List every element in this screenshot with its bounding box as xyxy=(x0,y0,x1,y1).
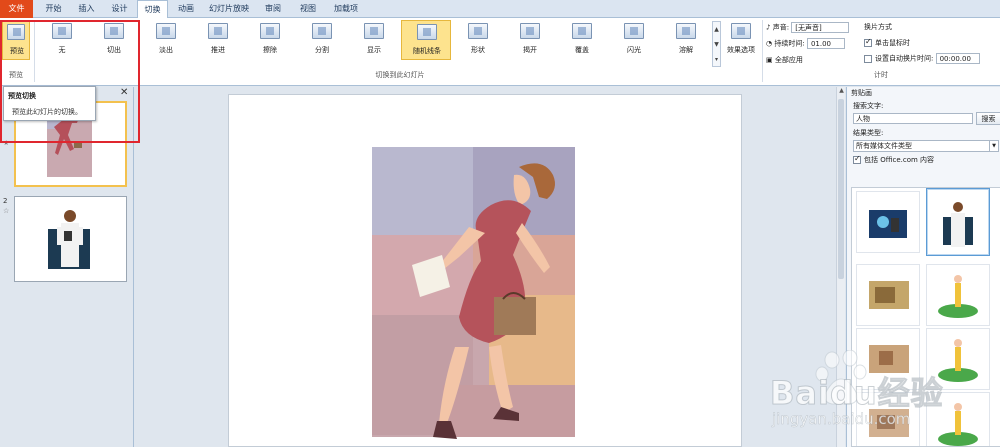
tooltip-title: 预览切换 xyxy=(8,92,36,100)
transition-fade[interactable]: 淡出 xyxy=(144,20,188,60)
transition-flash[interactable]: 闪光 xyxy=(612,20,656,60)
clipart-result-selected[interactable] xyxy=(926,188,990,256)
current-slide[interactable] xyxy=(228,94,742,447)
slide-2-clipart-doctor xyxy=(48,210,90,269)
transition-wipe-icon xyxy=(260,23,280,39)
tab-slideshow[interactable]: 幻灯片放映 xyxy=(204,0,254,18)
transition-reveal[interactable]: 显示 xyxy=(352,20,396,60)
transition-star-icon: ★ xyxy=(3,139,10,147)
apply-all-icon: ▣ xyxy=(766,56,773,64)
advance-slide-title: 换片方式 xyxy=(864,23,892,31)
ribbon-transitions: 预览 预览 无 切出 淡出 推进 擦除 分割 显示 随机线条 形状 揭开 覆盖 … xyxy=(0,18,1000,86)
clipart-search-button[interactable]: 搜索 xyxy=(976,112,1000,125)
result-type-select[interactable]: 所有媒体文件类型 ▼ xyxy=(853,140,999,152)
tab-review[interactable]: 审阅 xyxy=(256,0,290,18)
duration-input[interactable]: 01.00 xyxy=(806,38,845,49)
on-click-checkbox[interactable] xyxy=(864,37,872,47)
transition-cut-icon xyxy=(104,23,124,39)
sound-icon: ♪ xyxy=(766,23,771,32)
transition-reveal-icon xyxy=(364,23,384,39)
tab-addins[interactable]: 加载项 xyxy=(326,0,366,18)
slide-number-2: 2 xyxy=(3,197,8,205)
include-office-checkbox[interactable] xyxy=(853,154,861,164)
clipart-result[interactable] xyxy=(856,264,920,326)
effect-options-button[interactable]: 效果选项 xyxy=(721,20,761,60)
transition-cover[interactable]: 覆盖 xyxy=(560,20,604,60)
transition-wipe[interactable]: 擦除 xyxy=(248,20,292,60)
baidu-watermark: Baidu经验 jingyan.baidu.com xyxy=(770,349,970,440)
tooltip-description: 预览此幻灯片的切换。 xyxy=(12,108,82,116)
transition-dissolve[interactable]: 溶解 xyxy=(664,20,708,60)
tab-view[interactable]: 视图 xyxy=(290,0,326,18)
preview-tooltip: 预览切换 预览此幻灯片的切换。 xyxy=(3,86,96,121)
transition-cut[interactable]: 切出 xyxy=(92,20,136,60)
tab-insert[interactable]: 插入 xyxy=(70,0,103,18)
gallery-scroll-buttons[interactable]: ▲ ▼ ▾ xyxy=(712,21,721,67)
group-label-transitions: 切换到此幻灯片 xyxy=(375,71,425,79)
transition-random-bars[interactable]: 随机线条 xyxy=(401,20,451,60)
group-label-timing: 计时 xyxy=(874,71,888,79)
transition-fade-icon xyxy=(156,23,176,39)
transition-dissolve-icon xyxy=(676,23,696,39)
transition-uncover-icon xyxy=(520,23,540,39)
transition-flash-icon xyxy=(624,23,644,39)
divider xyxy=(762,20,763,82)
transition-star-icon: ☆ xyxy=(3,207,10,215)
clipart-pane-title: 剪贴画 xyxy=(851,89,872,97)
slide-thumbnail-pane: ★ 2 ☆ xyxy=(0,87,134,447)
duration-row: ◔ 持续时间: 01.00 xyxy=(766,38,845,49)
sound-select[interactable]: [无声音] xyxy=(791,22,850,33)
sound-row: ♪ 声音: [无声音] xyxy=(766,22,850,33)
clipart-result[interactable] xyxy=(926,264,990,326)
transition-shape-icon xyxy=(468,23,488,39)
divider xyxy=(34,20,35,82)
transition-shape[interactable]: 形状 xyxy=(456,20,500,60)
after-time-row[interactable]: 设置自动换片时间: 00:00.00 xyxy=(864,53,980,64)
tab-file[interactable]: 文件 xyxy=(0,0,33,18)
tab-home[interactable]: 开始 xyxy=(37,0,70,18)
transition-none-icon xyxy=(52,23,72,39)
transition-none[interactable]: 无 xyxy=(40,20,84,60)
watermark-url: jingyan.baidu.com xyxy=(772,410,911,429)
ribbon-tab-bar: 文件 开始 插入 设计 切换 动画 幻灯片放映 审阅 视图 加载项 xyxy=(0,0,1000,19)
preview-icon xyxy=(7,24,25,40)
scroll-up-icon[interactable]: ▲ xyxy=(837,87,846,96)
scrollbar-thumb[interactable] xyxy=(838,99,844,279)
on-click-row[interactable]: 单击鼠标时 xyxy=(864,37,910,48)
tab-design[interactable]: 设计 xyxy=(103,0,136,18)
clock-icon: ◔ xyxy=(766,39,773,48)
transition-push-icon xyxy=(208,23,228,39)
include-office-row[interactable]: 包括 Office.com 内容 xyxy=(853,154,934,165)
close-pane-icon[interactable]: ✕ xyxy=(120,87,128,98)
group-label-preview: 预览 xyxy=(9,71,23,79)
woman-with-briefcase-clipart[interactable] xyxy=(229,95,741,446)
watermark-brand: Baidu经验 xyxy=(770,374,944,413)
effect-options-icon xyxy=(731,23,751,39)
transition-uncover[interactable]: 揭开 xyxy=(508,20,552,60)
result-type-label: 结果类型: xyxy=(853,129,884,137)
slide-thumbnail-2[interactable] xyxy=(14,196,127,282)
preview-button[interactable]: 预览 xyxy=(2,20,30,60)
search-label: 搜索文字: xyxy=(853,102,884,110)
tab-transitions[interactable]: 切换 xyxy=(137,0,168,19)
apply-all-button[interactable]: ▣ 全部应用 xyxy=(766,55,803,65)
clipart-search-input[interactable]: 人物 xyxy=(853,113,973,124)
chevron-down-icon: ▼ xyxy=(989,141,998,151)
transition-cover-icon xyxy=(572,23,592,39)
transition-split-icon xyxy=(312,23,332,39)
after-time-input[interactable]: 00:00.00 xyxy=(935,53,980,64)
slide-editing-area xyxy=(135,87,835,447)
tab-animations[interactable]: 动画 xyxy=(168,0,204,18)
transition-split[interactable]: 分割 xyxy=(300,20,344,60)
clipart-result[interactable] xyxy=(856,191,920,253)
transition-random-bars-icon xyxy=(417,24,437,40)
transition-push[interactable]: 推进 xyxy=(196,20,240,60)
after-time-checkbox[interactable] xyxy=(864,54,872,63)
